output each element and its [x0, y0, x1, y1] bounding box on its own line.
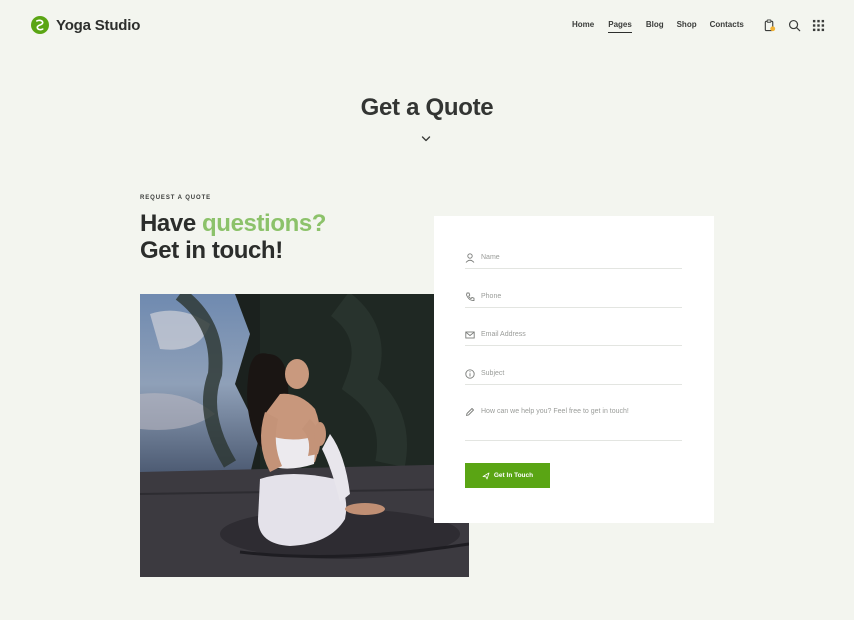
name-field[interactable]: Name: [465, 252, 682, 269]
nav-item-blog[interactable]: Blog: [646, 20, 664, 33]
user-icon: [465, 253, 475, 263]
yoga-logo-icon: [31, 16, 49, 34]
nav-item-contacts[interactable]: Contacts: [710, 20, 744, 33]
headline-line2: Get in touch!: [140, 237, 283, 264]
email-placeholder: Email Address: [481, 331, 526, 338]
section-headline: Have questions? Get in touch!: [140, 210, 326, 264]
logo[interactable]: Yoga Studio: [31, 16, 140, 34]
info-icon: [465, 369, 475, 379]
submit-label: Get In Touch: [493, 472, 534, 479]
mail-icon: [465, 331, 475, 339]
page-title: Get a Quote: [360, 94, 494, 121]
grid-menu-icon[interactable]: [812, 19, 825, 32]
clipboard-icon[interactable]: [763, 19, 776, 32]
email-field[interactable]: Email Address: [465, 329, 682, 346]
nav-item-shop[interactable]: Shop: [677, 20, 697, 33]
message-field[interactable]: How can we help you? Feel free to get in…: [465, 406, 682, 441]
nav-item-home[interactable]: Home: [572, 20, 594, 33]
phone-placeholder: Phone: [481, 293, 502, 300]
headline-accent: questions?: [202, 210, 327, 237]
pencil-icon: [466, 408, 474, 416]
section-eyebrow: REQUEST A QUOTE: [140, 195, 212, 201]
yoga-photo: [140, 294, 469, 577]
get-in-touch-button[interactable]: Get In Touch: [465, 463, 550, 488]
chevron-down-icon[interactable]: [421, 135, 431, 143]
brand-name: Yoga Studio: [56, 16, 141, 34]
meditation-image: [140, 294, 469, 577]
message-placeholder: How can we help you? Feel free to get in…: [481, 408, 629, 415]
phone-field[interactable]: Phone: [465, 291, 682, 308]
subject-field[interactable]: Subject: [465, 368, 682, 385]
name-placeholder: Name: [481, 254, 500, 261]
main-nav: Home Pages Blog Shop Contacts: [572, 20, 744, 33]
quote-form: Name Phone Email Address Subject How can…: [434, 216, 714, 523]
search-icon[interactable]: [788, 19, 801, 32]
nav-item-pages[interactable]: Pages: [608, 20, 632, 33]
subject-placeholder: Subject: [481, 370, 505, 377]
send-icon: [482, 472, 490, 479]
site-header: Yoga Studio Home Pages Blog Shop Contact…: [0, 0, 854, 52]
phone-icon: [466, 292, 475, 301]
headline-part1: Have: [140, 210, 203, 237]
